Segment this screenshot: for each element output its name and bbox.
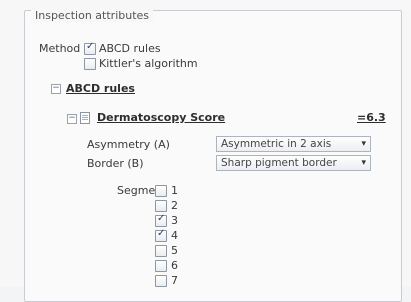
abcd-rules-checkbox[interactable] [84,41,96,55]
segment-5-label: 5 [171,244,178,257]
dermatoscopy-score-label: Dermatoscopy Score [97,111,226,124]
asymmetry-value: Asymmetric in 2 axis [221,138,332,150]
asymmetry-label: Asymmetry (A) [87,138,170,151]
segment-5-checkbox[interactable] [155,245,167,257]
segment-7-label: 7 [171,274,178,287]
segment-4-label: 4 [171,229,178,242]
document-icon [80,112,90,124]
segment-1-label: 1 [171,184,178,197]
kittler-algorithm-checkbox[interactable] [84,58,96,70]
segment-6-label: 6 [171,259,178,272]
border-label: Border (B) [87,157,144,170]
dermatoscopy-score-value: =6.3 [357,111,386,124]
segment-3-label: 3 [171,214,178,227]
segment-4-checkbox[interactable] [155,228,167,242]
segment-1-checkbox[interactable] [155,185,167,197]
collapse-score-icon[interactable]: − [67,114,77,124]
abcd-rules-node[interactable]: ABCD rules [66,82,135,95]
border-select[interactable]: Sharp pigment border ▾ [216,155,371,171]
collapse-abcd-icon[interactable]: − [51,84,61,94]
segment-6-checkbox[interactable] [155,260,167,272]
group-title: Inspection attributes [31,9,154,22]
chevron-down-icon: ▾ [361,158,366,168]
segment-2-label: 2 [171,199,178,212]
asymmetry-select[interactable]: Asymmetric in 2 axis ▾ [216,136,371,152]
segment-3-checkbox[interactable] [155,213,167,227]
kittler-algorithm-option-label: Kittler's algorithm [99,57,198,70]
inspection-panel: Inspection attributes Method ABCD rules … [0,0,411,302]
segment-2-checkbox[interactable] [155,200,167,212]
segment-7-checkbox[interactable] [155,275,167,287]
border-value: Sharp pigment border [221,157,337,169]
chevron-down-icon: ▾ [361,139,366,149]
abcd-rules-option-label: ABCD rules [99,42,161,55]
method-label: Method [39,42,81,55]
